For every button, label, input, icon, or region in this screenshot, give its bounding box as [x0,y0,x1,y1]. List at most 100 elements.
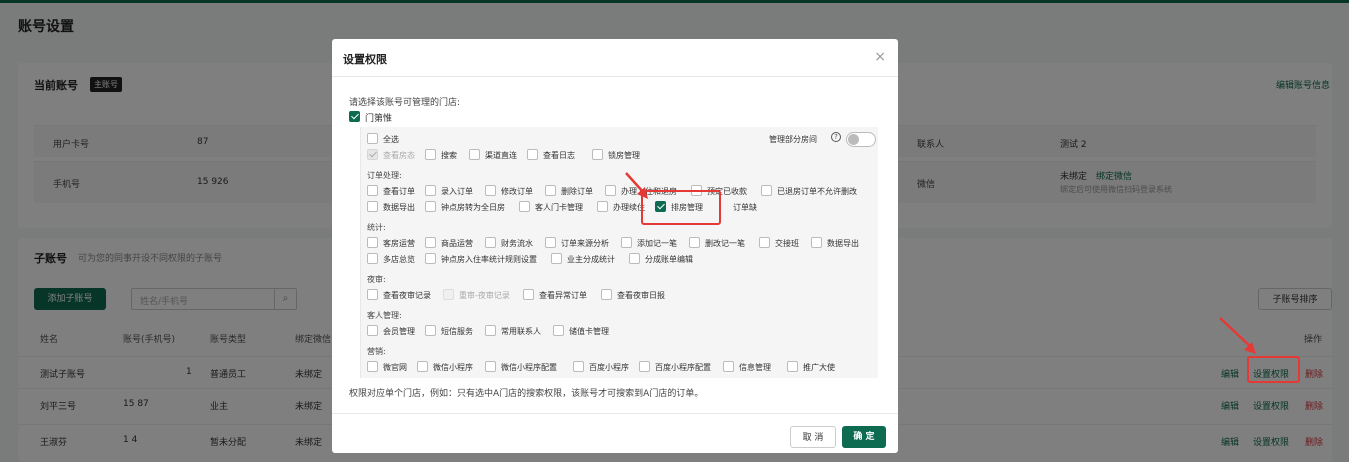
perm-checkbox[interactable] [759,237,770,248]
perm-label: 微官网 [383,363,407,372]
perm-checkbox[interactable] [723,361,734,372]
perm-checkbox[interactable] [425,237,436,248]
perm-label: 录入订单 [441,187,473,196]
close-icon[interactable]: × [874,49,886,65]
perm-checkbox[interactable] [639,361,650,372]
perm-checkbox[interactable] [367,325,378,336]
perm-label: 查看夜审记录 [383,291,431,300]
perm-checkbox [443,289,454,300]
perm-label: 分成账单编辑 [645,255,693,264]
perm-label: 渠道直连 [485,151,517,160]
perm-label: 修改订单 [501,187,533,196]
perm-checkbox[interactable] [367,361,378,372]
modal-footer: 取 消 确 定 [332,413,898,453]
perm-label: 查看异常订单 [539,291,587,300]
perm-label: 数据导出 [827,239,859,248]
store-checkbox[interactable] [349,111,360,122]
perm-checkbox[interactable] [592,149,603,160]
perm-checkbox[interactable] [367,237,378,248]
perm-label: 推广大使 [803,363,835,372]
perm-label: 会员管理 [383,327,415,336]
perm-checkbox[interactable] [519,201,530,212]
perm-checkbox[interactable] [367,185,378,196]
perm-checkbox[interactable] [523,289,534,300]
perm-checkbox[interactable] [425,325,436,336]
modal-title: 设置权限 [343,53,387,66]
perm-label: 添加记一笔 [637,239,677,248]
perm-label: 钟点房入住率统计规则设置 [441,255,537,264]
perm-checkbox[interactable] [573,361,584,372]
perm-checkbox [367,149,378,160]
perm-checkbox[interactable] [469,149,480,160]
perm-label: 多店总览 [383,255,415,264]
perm-checkbox[interactable] [367,253,378,264]
perm-checkbox[interactable] [605,185,616,196]
perm-checkbox[interactable] [485,361,496,372]
perm-checkbox[interactable] [545,237,556,248]
perm-checkbox[interactable] [417,361,428,372]
perm-label: 微信小程序 [433,363,473,372]
set-permission-modal: 设置权限 × 请选择该账号可管理的门店: 门第惟 全选 管理部分房间 ? 查看房… [332,39,898,453]
perm-label: 删改记一笔 [705,239,745,248]
select-all-checkbox[interactable] [367,133,378,144]
perm-label: 财务流水 [501,239,533,248]
confirm-button[interactable]: 确 定 [842,426,886,448]
store-name: 门第惟 [365,114,393,124]
modal-header: 设置权限 × [332,39,898,77]
perm-label: 数据导出 [383,203,415,212]
perm-label: 微信小程序配置 [501,363,557,372]
highlight-box-set-permission [1247,356,1300,383]
marketing-section-title: 营销: [367,347,386,356]
red-arrow-icon [1219,317,1256,354]
perm-label: 钟点房转为全日房 [441,203,505,212]
perm-checkbox[interactable] [485,185,496,196]
perm-label: 查看夜审日报 [617,291,665,300]
perm-checkbox[interactable] [621,237,632,248]
perm-label: 交接班 [775,239,799,248]
perm-checkbox[interactable] [689,237,700,248]
perm-label: 百度小程序配置 [655,363,711,372]
perm-checkbox[interactable] [787,361,798,372]
perm-checkbox[interactable] [485,237,496,248]
perm-checkbox[interactable] [425,201,436,212]
perm-checkbox[interactable] [425,149,436,160]
perm-checkbox[interactable] [601,289,612,300]
perm-label: 常用联系人 [501,327,541,336]
perm-label: 删除订单 [561,187,593,196]
perm-label: 搜索 [441,151,457,160]
perm-checkbox[interactable] [761,185,772,196]
permission-panel: 全选 管理部分房间 ? 查看房态 搜索 渠道直连 查看日志 锁房管理 订单处理:… [360,127,878,378]
perm-checkbox[interactable] [597,201,608,212]
perm-checkbox[interactable] [551,253,562,264]
perm-checkbox[interactable] [425,253,436,264]
perm-label: 查看订单 [383,187,415,196]
perm-checkbox[interactable] [545,185,556,196]
order-section-title: 订单处理: [367,171,402,180]
perm-label: 信息管理 [739,363,771,372]
perm-label: 订单缺 [733,203,757,212]
help-icon[interactable]: ? [831,132,841,142]
perm-checkbox[interactable] [811,237,822,248]
perm-label: 商品运营 [441,239,473,248]
red-arrow-icon [625,172,648,199]
perm-checkbox[interactable] [367,201,378,212]
permission-note: 权限对应单个门店，例如：只有选中A门店的搜索权限，该账号才可搜索到A门店的订单。 [349,389,704,399]
perm-checkbox[interactable] [553,325,564,336]
perm-label: 重审-夜审记录 [459,291,510,300]
perm-checkbox[interactable] [527,149,538,160]
cancel-button[interactable]: 取 消 [790,426,836,448]
perm-label: 业主分成统计 [567,255,615,264]
perm-checkbox[interactable] [485,325,496,336]
perm-checkbox[interactable] [629,253,640,264]
night-section-title: 夜审: [367,275,386,284]
store-prompt: 请选择该账号可管理的门店: [349,98,461,108]
manage-rooms-toggle[interactable] [846,132,876,147]
perm-label: 锁房管理 [608,151,640,160]
perm-checkbox[interactable] [425,185,436,196]
manage-rooms-label: 管理部分房间 [769,135,817,144]
stats-section-title: 统计: [367,223,386,232]
perm-checkbox[interactable] [367,289,378,300]
perm-label: 客人门卡管理 [535,203,583,212]
perm-label: 百度小程序 [589,363,629,372]
guest-section-title: 客人管理: [367,311,402,320]
